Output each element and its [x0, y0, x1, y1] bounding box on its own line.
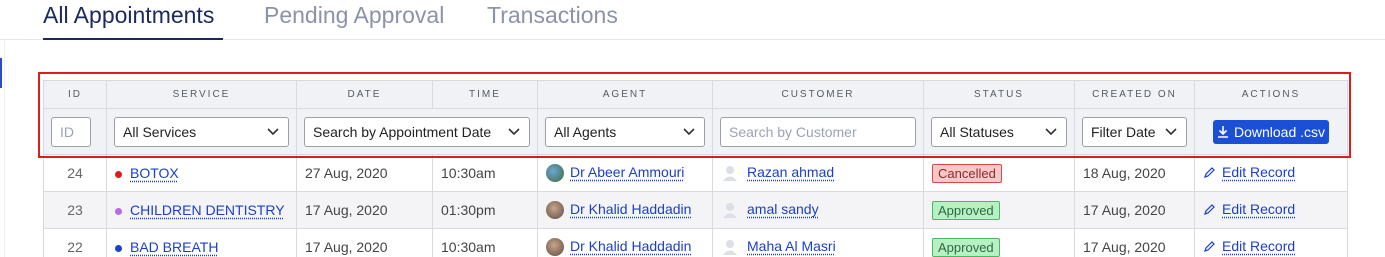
row-date: 27 Aug, 2020: [296, 154, 433, 192]
status-filter-select[interactable]: All Statuses: [931, 116, 1067, 147]
header-customer: CUSTOMER: [712, 80, 924, 109]
tab-transactions[interactable]: Transactions: [487, 2, 618, 29]
edit-record-label: Edit Record: [1222, 201, 1296, 218]
edit-record-button[interactable]: Edit Record: [1203, 164, 1295, 180]
row-time: 10:30am: [432, 228, 538, 257]
chevron-down-icon: [267, 127, 279, 135]
id-filter-input[interactable]: ID: [51, 116, 91, 147]
service-color-dot: [115, 244, 122, 252]
download-csv-button[interactable]: Download .csv: [1213, 119, 1329, 144]
agent-filter-value: All Agents: [554, 123, 617, 140]
status-filter-value: All Statuses: [940, 123, 1014, 140]
customer-search-input[interactable]: Search by Customer: [720, 116, 916, 147]
agent-link[interactable]: Dr Abeer Ammouri: [570, 164, 684, 180]
chevron-down-icon: [508, 127, 520, 135]
active-tab-indicator: [43, 38, 223, 40]
left-accent-marker: [0, 58, 2, 88]
appointment-date-filter-value: Search by Appointment Date: [313, 123, 492, 140]
status-badge: Cancelled: [932, 163, 1002, 183]
service-color-dot: [115, 207, 122, 215]
chevron-down-icon: [1045, 127, 1057, 135]
service-filter-value: All Services: [123, 123, 197, 140]
table-header-row: ID SERVICE DATE TIME AGENT CUSTOMER STAT…: [43, 80, 1348, 109]
service-link[interactable]: BOTOX: [130, 165, 179, 181]
tab-all-appointments[interactable]: All Appointments: [43, 2, 214, 29]
left-divider: [4, 40, 5, 257]
row-date: 17 Aug, 2020: [296, 228, 433, 257]
tab-pending-approval[interactable]: Pending Approval: [264, 2, 444, 29]
filter-row: ID All Services Search by Appointment Da…: [43, 108, 1348, 155]
header-time: TIME: [432, 80, 538, 109]
table-row: 24 BOTOX 27 Aug, 2020 10:30am Dr Abeer A…: [43, 154, 1348, 192]
service-link[interactable]: CHILDREN DENTISTRY: [130, 202, 285, 218]
user-icon: [723, 203, 737, 219]
edit-record-button[interactable]: Edit Record: [1203, 201, 1295, 217]
appointments-table: ID SERVICE DATE TIME AGENT CUSTOMER STAT…: [43, 80, 1348, 257]
service-color-dot: [115, 170, 122, 178]
user-icon: [723, 240, 737, 256]
appointments-tabs: All Appointments Pending Approval Transa…: [0, 0, 1385, 40]
customer-link[interactable]: amal sandy: [747, 201, 819, 217]
customer-link[interactable]: Maha Al Masri: [747, 238, 836, 254]
chevron-down-icon: [1165, 127, 1177, 135]
header-created-on: CREATED ON: [1074, 80, 1195, 109]
row-id: 24: [43, 154, 107, 192]
row-id: 23: [43, 191, 107, 229]
created-on-filter-select[interactable]: Filter Date: [1082, 116, 1187, 147]
header-actions: ACTIONS: [1194, 80, 1348, 109]
created-on-filter-value: Filter Date: [1091, 123, 1156, 140]
pencil-icon: [1204, 203, 1215, 215]
row-time: 01:30pm: [432, 191, 538, 229]
edit-record-label: Edit Record: [1222, 164, 1296, 181]
status-badge: Approved: [932, 200, 1000, 220]
row-time: 10:30am: [432, 154, 538, 192]
table-row: 22 BAD BREATH 17 Aug, 2020 10:30am Dr Kh…: [43, 228, 1348, 257]
agent-avatar: [546, 164, 564, 183]
header-service: SERVICE: [106, 80, 297, 109]
appointment-date-filter-select[interactable]: Search by Appointment Date: [304, 116, 530, 147]
agent-avatar: [546, 201, 564, 220]
header-date: DATE: [296, 80, 433, 109]
user-icon: [723, 166, 737, 182]
agent-avatar: [546, 238, 564, 257]
agent-link[interactable]: Dr Khalid Haddadin: [570, 238, 691, 254]
agent-filter-select[interactable]: All Agents: [545, 116, 705, 147]
pencil-icon: [1204, 166, 1215, 178]
row-id: 22: [43, 228, 107, 257]
status-badge: Approved: [932, 237, 1000, 257]
table-row: 23 CHILDREN DENTISTRY 17 Aug, 2020 01:30…: [43, 191, 1348, 229]
header-agent: AGENT: [537, 80, 713, 109]
pencil-icon: [1204, 240, 1215, 252]
customer-link[interactable]: Razan ahmad: [747, 164, 834, 180]
row-date: 17 Aug, 2020: [296, 191, 433, 229]
download-csv-label: Download .csv: [1233, 123, 1326, 140]
edit-record-label: Edit Record: [1222, 238, 1296, 255]
row-created-on: 17 Aug, 2020: [1074, 191, 1195, 229]
chevron-down-icon: [683, 127, 695, 135]
service-link[interactable]: BAD BREATH: [130, 239, 218, 255]
row-created-on: 17 Aug, 2020: [1074, 228, 1195, 257]
agent-link[interactable]: Dr Khalid Haddadin: [570, 201, 691, 217]
edit-record-button[interactable]: Edit Record: [1203, 238, 1295, 254]
download-icon: [1217, 126, 1228, 138]
row-created-on: 18 Aug, 2020: [1074, 154, 1195, 192]
header-status: STATUS: [923, 80, 1075, 109]
service-filter-select[interactable]: All Services: [114, 116, 289, 147]
header-id: ID: [43, 80, 107, 109]
